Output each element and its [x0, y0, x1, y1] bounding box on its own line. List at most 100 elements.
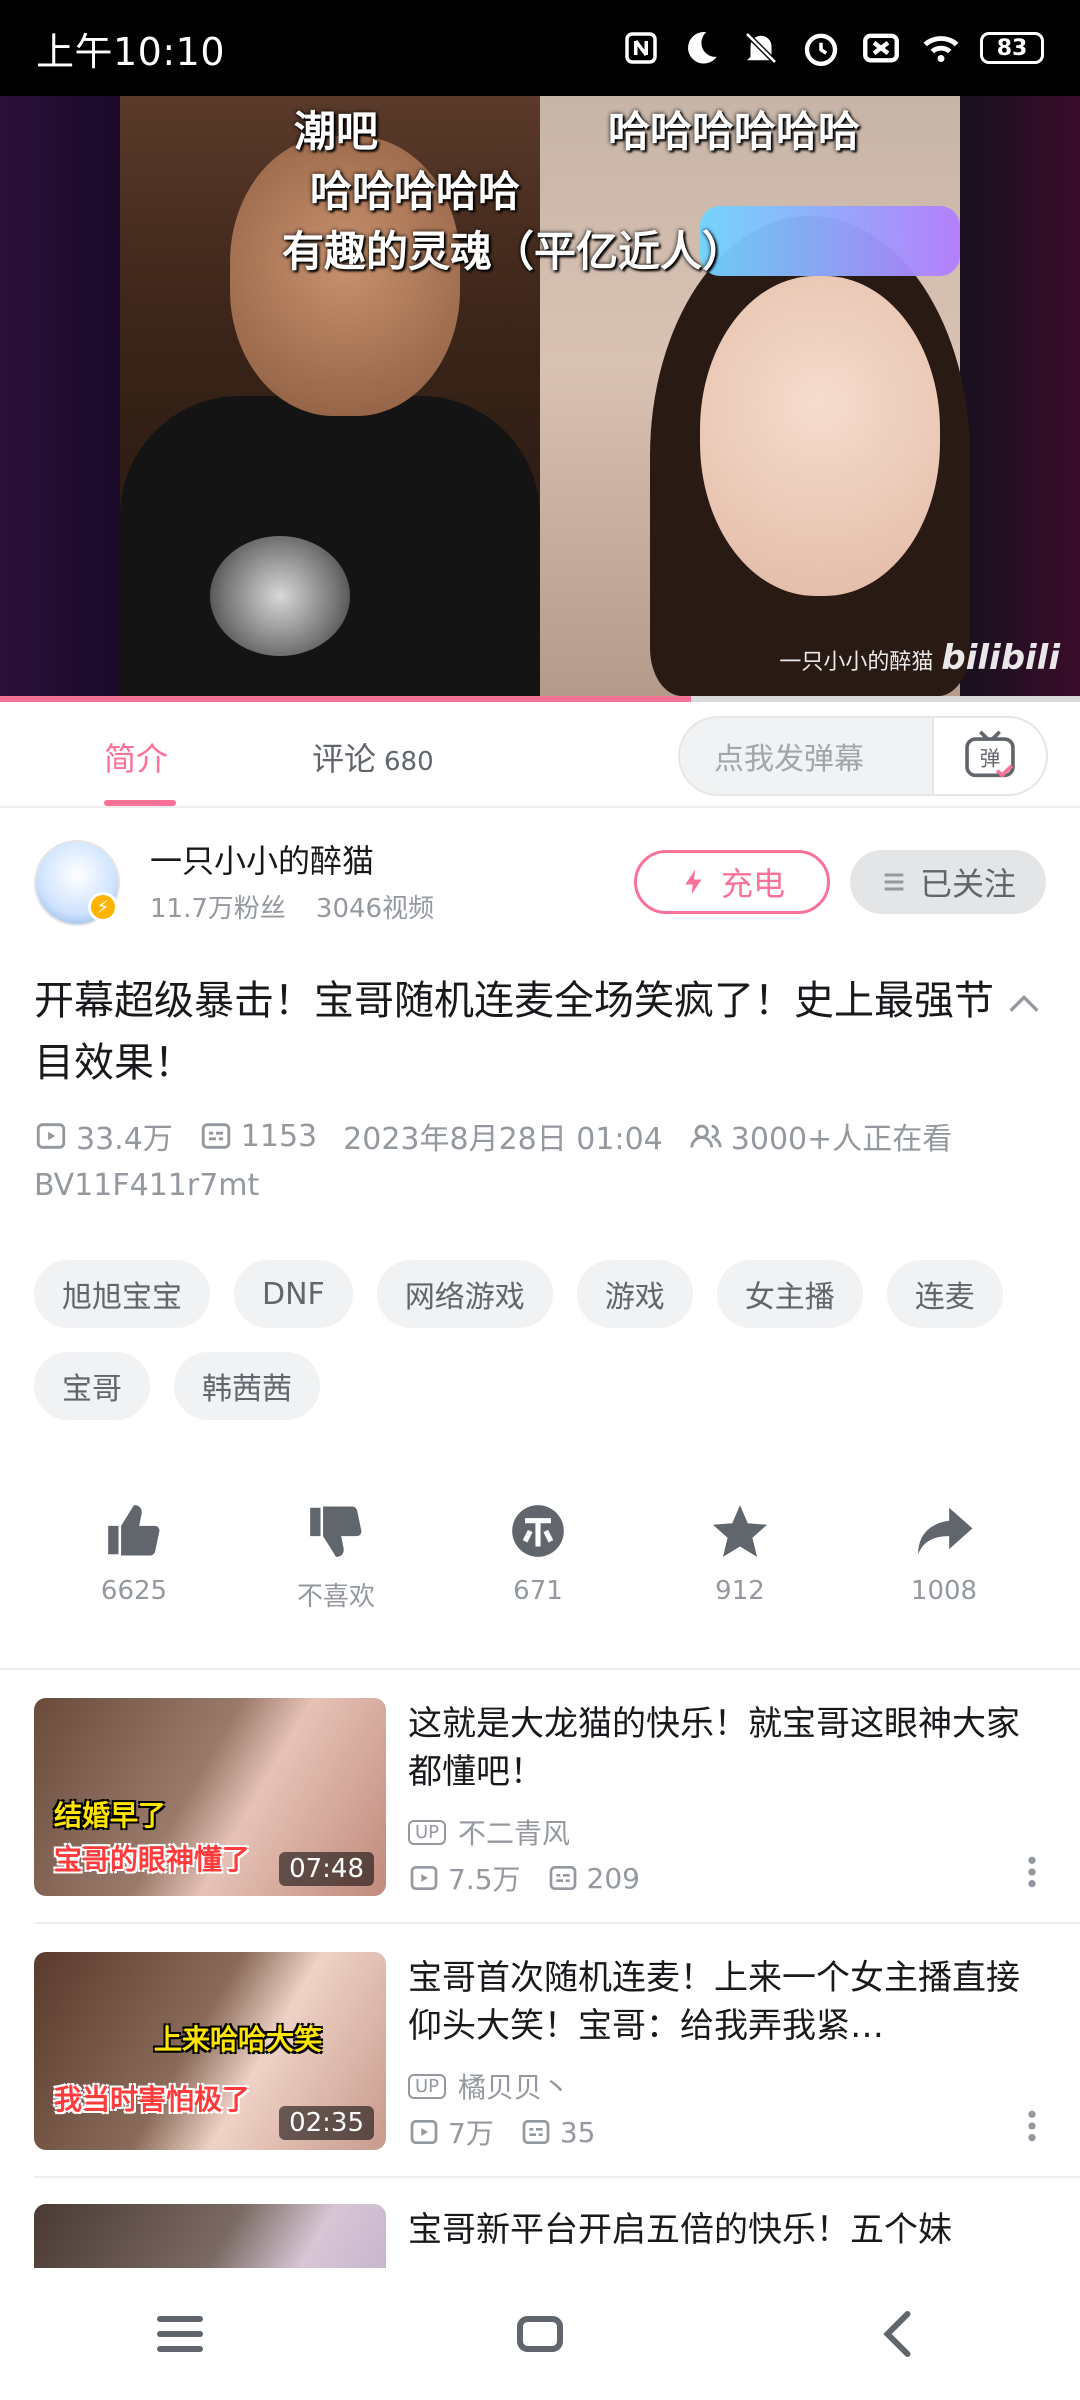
tag-chip[interactable]: 女主播	[716, 1260, 863, 1328]
tag-chip[interactable]: 游戏	[576, 1260, 693, 1328]
system-nav-bar	[0, 2268, 1080, 2400]
more-vertical-icon[interactable]	[1018, 1852, 1046, 1892]
thumbnail-caption: 上来哈哈大笑	[154, 2023, 323, 2056]
section-divider	[0, 1668, 1080, 1670]
up-badge-icon: UP	[408, 2073, 447, 2099]
share-arrow-icon	[918, 1507, 973, 1555]
danmaku-count-icon	[549, 1866, 576, 1890]
danmaku-text: 哈哈哈哈哈	[310, 167, 521, 216]
active-tab-indicator	[104, 800, 176, 806]
uploader-name: 橘贝贝丶	[458, 2071, 571, 2104]
streamer-right-face	[700, 276, 940, 596]
tag-chip[interactable]: 韩茜茜	[174, 1352, 320, 1420]
shirt-emblem	[210, 536, 350, 656]
danmaku-text: 潮吧	[294, 107, 379, 156]
status-time: 上午10:10	[36, 29, 226, 74]
uploader-video-count: 3046视频	[315, 894, 435, 924]
recommended-video-title[interactable]: 宝哥新平台开启五倍的快乐！五个妹	[408, 2206, 1046, 2254]
streamer-left-body	[120, 396, 540, 696]
favorite-button[interactable]: 912	[670, 1500, 810, 1606]
follow-button[interactable]: 已关注	[850, 850, 1046, 914]
video-thumbnail[interactable]: 结婚早了 宝哥的眼神懂了 07:48	[34, 1698, 386, 1896]
danmaku-input[interactable]: 点我发弹幕 弹	[678, 716, 1048, 796]
like-button[interactable]: 6625	[64, 1500, 204, 1606]
tag-chip[interactable]: 宝哥	[34, 1352, 150, 1420]
danmaku-tv-icon: 弹	[965, 730, 1015, 778]
play-count-icon	[410, 1866, 438, 1890]
alarm-icon	[804, 33, 838, 66]
mute-bell-icon	[745, 32, 777, 64]
follow-button-label: 已关注	[919, 865, 1016, 903]
tag-chip[interactable]: 连麦	[886, 1260, 1003, 1328]
comments-count: 680	[384, 747, 434, 777]
recommended-video-uploader: UP 橘贝贝丶	[408, 2066, 570, 2106]
status-bar: 上午10:10 83	[0, 0, 1080, 96]
recommended-video-title[interactable]: 宝哥首次随机连麦！上来一个女主播直接仰头大笑！宝哥：给我弄我紧…	[408, 1954, 1048, 2050]
home-square-icon[interactable]	[510, 2304, 570, 2364]
play-count-icon	[36, 1123, 66, 1149]
video-thumbnail[interactable]: 上来哈哈大笑 我当时害怕极了 02:35	[34, 1952, 386, 2150]
tag-chip[interactable]: 网络游戏	[376, 1260, 553, 1328]
tab-comments-label: 评论	[312, 740, 377, 778]
danmaku-count-icon	[522, 2120, 550, 2144]
danmaku-text: 哈哈哈哈哈哈	[608, 107, 861, 156]
danmaku-text: 有趣的灵魂（平亿近人）	[282, 227, 745, 276]
charge-button[interactable]: 充电	[634, 850, 830, 914]
favorite-count: 912	[715, 1576, 765, 1606]
video-duration: 02:35	[279, 2106, 374, 2140]
coin-button[interactable]: 671	[468, 1500, 608, 1606]
back-icon[interactable]	[870, 2304, 930, 2364]
recommended-video[interactable]: 结婚早了 宝哥的眼神懂了 07:48 这就是大龙猫的快乐！就宝哥这眼神大家都懂吧…	[34, 1698, 1046, 1898]
recommended-video-stats: 7万 35	[408, 2112, 595, 2152]
charge-button-label: 充电	[720, 865, 785, 903]
nfc-icon	[625, 32, 657, 64]
list-icon	[884, 873, 904, 891]
watermark-user: 一只小小的醉猫	[779, 650, 934, 675]
coin-count: 671	[513, 1576, 563, 1606]
video-meta: 33.4万 1153 2023年8月28日 01:04 3000+人正在看	[34, 1114, 1054, 1158]
share-button[interactable]: 1008	[874, 1500, 1014, 1606]
video-player[interactable]: 潮吧 哈哈哈哈哈哈 哈哈哈哈哈 有趣的灵魂（平亿近人） 一只小小的醉猫 bilib…	[0, 96, 1080, 696]
chevron-up-icon[interactable]	[1004, 984, 1044, 1024]
recommended-video-title[interactable]: 这就是大龙猫的快乐！就宝哥这眼神大家都懂吧！	[408, 1700, 1048, 1796]
tab-comments[interactable]: 评论 680	[312, 734, 434, 780]
video-bvid: BV11F411r7mt	[34, 1168, 260, 1203]
star-icon	[712, 1505, 768, 1557]
video-thumbnail[interactable]	[34, 2204, 386, 2268]
recommended-video[interactable]: 宝哥新平台开启五倍的快乐！五个妹	[34, 2204, 1046, 2268]
up-badge-icon: UP	[408, 1819, 447, 1845]
danmaku-count: 1153	[240, 1118, 318, 1154]
dislike-button[interactable]: 不喜欢	[266, 1500, 406, 1613]
menu-icon[interactable]	[150, 2304, 210, 2364]
action-bar: 6625 不喜欢 671 912 1008	[0, 1500, 1080, 1630]
video-duration: 07:48	[279, 1852, 374, 1886]
more-vertical-icon[interactable]	[1018, 2106, 1046, 2146]
uploader-name[interactable]: 一只小小的醉猫	[150, 836, 374, 882]
wifi-icon	[923, 36, 959, 62]
uploader-followers: 11.7万粉丝	[150, 894, 286, 924]
view-count: 7.5万	[448, 1863, 521, 1896]
bilibili-logo: bilibili	[941, 638, 1060, 678]
danmaku-toggle-button[interactable]: 弹	[932, 718, 1046, 794]
danmaku-input-placeholder: 点我发弹幕	[714, 742, 864, 777]
danmaku-count: 209	[586, 1861, 640, 1895]
like-count: 6625	[100, 1576, 168, 1606]
tab-intro[interactable]: 简介	[104, 734, 168, 780]
uploader-row: ⚡ 一只小小的醉猫 11.7万粉丝 3046视频 充电 已关注	[34, 836, 1046, 936]
dislike-label: 不喜欢	[296, 1582, 375, 1612]
recommended-video-stats: 7.5万 209	[408, 1858, 640, 1898]
thumbnail-caption: 宝哥的眼神懂了	[54, 1843, 251, 1876]
recommended-video[interactable]: 上来哈哈大笑 我当时害怕极了 02:35 宝哥首次随机连麦！上来一个女主播直接仰…	[34, 1952, 1046, 2152]
people-icon	[690, 1124, 722, 1148]
thumbnail-caption: 结婚早了	[54, 1799, 167, 1832]
publish-date: 2023年8月28日 01:04	[343, 1122, 663, 1157]
uploader-stats: 11.7万粉丝 3046视频	[150, 888, 434, 925]
list-divider	[34, 2176, 1080, 2178]
lightning-icon	[685, 869, 702, 895]
thumbs-up-icon	[108, 1505, 160, 1556]
tag-chip[interactable]: 旭旭宝宝	[34, 1260, 210, 1328]
coin-icon	[512, 1505, 564, 1557]
tag-chip[interactable]: DNF	[234, 1260, 353, 1328]
danmaku-count-icon	[201, 1123, 230, 1149]
share-count: 1008	[910, 1576, 978, 1606]
